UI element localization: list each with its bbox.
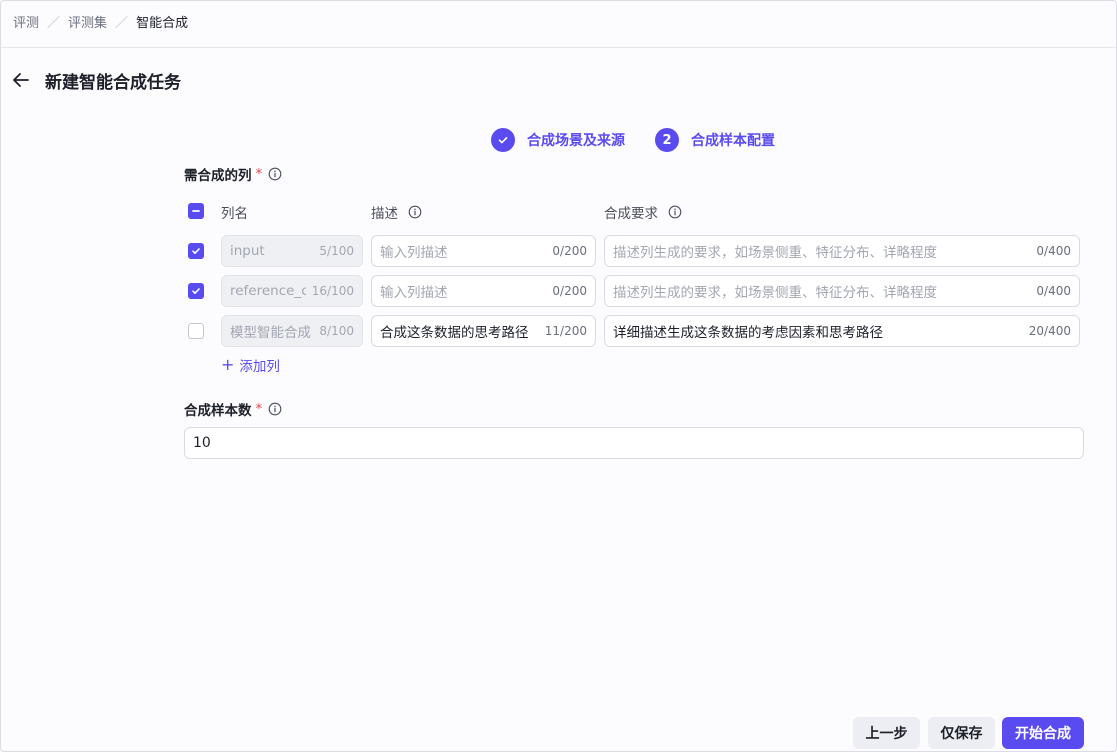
description-value: 合成这条数据的思考路径 — [380, 325, 529, 341]
requirement-value: 详细描述生成这条数据的考虑因素和思考路径 — [613, 325, 883, 341]
plus-icon: + — [221, 355, 235, 374]
char-count: 20/400 — [1028, 324, 1071, 338]
column-header-description: 描述 — [371, 202, 422, 222]
breadcrumb-separator: ／ — [47, 15, 61, 31]
column-name-value: reference_c — [230, 283, 306, 299]
step-scene-source[interactable]: 合成场景及来源 — [491, 128, 625, 152]
char-count: 11/200 — [544, 324, 587, 338]
check-icon — [491, 128, 515, 152]
sample-count-value: 10 — [193, 435, 211, 451]
app-frame: 评测 ／ 评测集 ／ 智能合成 新建智能合成任务 合成场景及来源 2 合成样本配… — [0, 0, 1117, 752]
select-all-checkbox[interactable] — [188, 203, 204, 219]
sample-count-label: 合成样本数 * — [184, 399, 282, 419]
requirement-placeholder: 描述列生成的要求，如场景侧重、特征分布、详略程度 — [613, 245, 937, 261]
columns-label-text: 需合成的列 — [184, 168, 252, 184]
column-requirement-input[interactable]: 详细描述生成这条数据的考虑因素和思考路径 20/400 — [604, 315, 1080, 347]
char-count: 0/400 — [1036, 284, 1071, 298]
step-label: 合成样本配置 — [691, 133, 775, 149]
prev-step-button[interactable]: 上一步 — [853, 717, 920, 749]
column-description-input[interactable]: 输入列描述 0/200 — [371, 235, 596, 267]
info-icon[interactable] — [268, 402, 282, 416]
char-count: 0/400 — [1036, 244, 1071, 258]
page-header: 新建智能合成任务 — [11, 67, 181, 93]
column-name-field: 模型智能合成 8/100 — [221, 315, 363, 347]
start-synthesis-label: 开始合成 — [1015, 726, 1071, 742]
prev-step-label: 上一步 — [865, 726, 908, 742]
columns-section-label: 需合成的列 * — [184, 164, 282, 184]
info-icon[interactable] — [668, 205, 682, 219]
char-count: 0/200 — [552, 284, 587, 298]
save-only-button[interactable]: 仅保存 — [928, 717, 995, 749]
char-count: 8/100 — [319, 324, 354, 338]
breadcrumb: 评测 ／ 评测集 ／ 智能合成 — [13, 11, 188, 31]
breadcrumb-item-eval-set[interactable]: 评测集 — [68, 12, 107, 31]
save-only-label: 仅保存 — [940, 726, 983, 742]
add-column-label: 添加列 — [239, 359, 280, 375]
column-name-value: 模型智能合成 — [230, 325, 311, 341]
breadcrumb-current: 智能合成 — [136, 15, 189, 31]
row-checkbox[interactable] — [188, 283, 204, 299]
add-column-button[interactable]: + 添加列 — [221, 355, 280, 376]
column-description-input[interactable]: 输入列描述 0/200 — [371, 275, 596, 307]
column-requirement-input[interactable]: 描述列生成的要求，如场景侧重、特征分布、详略程度 0/400 — [604, 275, 1080, 307]
info-icon[interactable] — [408, 205, 422, 219]
char-count: 5/100 — [319, 244, 354, 258]
page-title: 新建智能合成任务 — [45, 72, 181, 93]
column-header-name-text: 列名 — [221, 206, 248, 222]
column-requirement-input[interactable]: 描述列生成的要求，如场景侧重、特征分布、详略程度 0/400 — [604, 235, 1080, 267]
arrow-left-icon[interactable] — [11, 70, 31, 90]
column-name-field: reference_c 16/100 — [221, 275, 363, 307]
column-header-name: 列名 — [221, 202, 248, 222]
column-name-field: input 5/100 — [221, 235, 363, 267]
column-name-value: input — [230, 243, 265, 259]
column-header-description-text: 描述 — [371, 206, 398, 222]
char-count: 16/100 — [311, 284, 354, 298]
required-mark: * — [255, 401, 263, 417]
sample-count-label-text: 合成样本数 — [184, 403, 252, 419]
stepper: 合成场景及来源 2 合成样本配置 — [491, 128, 805, 152]
description-placeholder: 输入列描述 — [380, 285, 448, 301]
step-sample-config[interactable]: 2 合成样本配置 — [655, 128, 775, 152]
char-count: 0/200 — [552, 244, 587, 258]
column-header-requirement: 合成要求 — [604, 202, 682, 222]
description-placeholder: 输入列描述 — [380, 245, 448, 261]
requirement-placeholder: 描述列生成的要求，如场景侧重、特征分布、详略程度 — [613, 285, 937, 301]
required-mark: * — [255, 166, 263, 182]
info-icon[interactable] — [268, 167, 282, 181]
step-label: 合成场景及来源 — [527, 133, 625, 149]
row-checkbox[interactable] — [188, 323, 204, 339]
breadcrumb-item-eval[interactable]: 评测 — [13, 12, 39, 31]
start-synthesis-button[interactable]: 开始合成 — [1002, 717, 1084, 749]
sample-count-input[interactable]: 10 — [184, 427, 1084, 459]
column-header-requirement-text: 合成要求 — [604, 206, 658, 222]
step-number: 2 — [655, 128, 679, 152]
header-divider — [1, 47, 1116, 48]
breadcrumb-separator: ／ — [115, 15, 129, 31]
row-checkbox[interactable] — [188, 243, 204, 259]
column-description-input[interactable]: 合成这条数据的思考路径 11/200 — [371, 315, 596, 347]
